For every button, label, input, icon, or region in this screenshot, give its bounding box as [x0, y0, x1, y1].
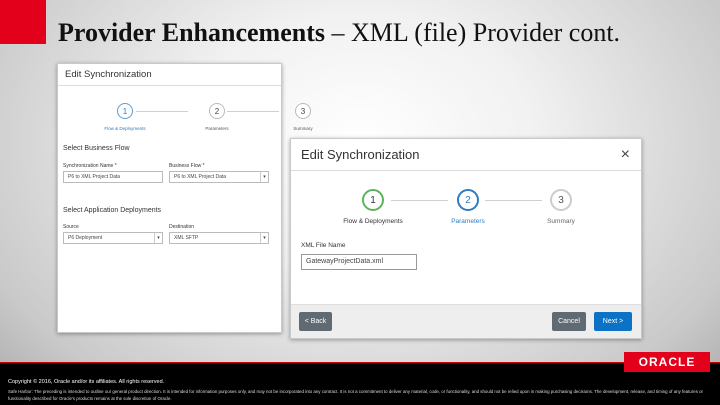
source-select[interactable]: P6 Deployment ▾	[63, 232, 163, 244]
step-3-circle: 3	[295, 103, 311, 119]
dialog-footer: < Back Cancel Next >	[291, 304, 641, 338]
business-flow-label: Business Flow *	[169, 163, 205, 169]
step-1-circle: 1	[362, 189, 384, 211]
step-1[interactable]: 1 Flow & Deployments	[323, 189, 423, 225]
step-2-circle: 2	[209, 103, 225, 119]
slide-title-bold: Provider Enhancements	[58, 18, 325, 47]
sync-name-label: Synchronization Name *	[63, 163, 117, 169]
step-3-label: Summary	[293, 126, 313, 131]
back-button[interactable]: < Back	[299, 312, 332, 331]
destination-label: Destination	[169, 224, 195, 230]
step-2[interactable]: 2 Parameters	[418, 189, 518, 225]
source-label: Source	[63, 224, 79, 230]
step-2[interactable]: 2 Parameters	[182, 103, 252, 131]
step-3[interactable]: 3 Summary	[511, 189, 611, 225]
xml-file-name-input[interactable]: GatewayProjectData.xml	[301, 254, 417, 270]
dialog-title: Edit Synchronization	[65, 69, 152, 80]
close-icon[interactable]: ×	[621, 146, 630, 164]
red-brand-square	[0, 0, 46, 44]
destination-select[interactable]: XML SFTP ▾	[169, 232, 269, 244]
slide-title-rest: – XML (file) Provider cont.	[324, 18, 621, 47]
section-select-deployments: Select Application Deployments	[63, 207, 162, 214]
footer-divider	[0, 362, 720, 363]
dialog-header: Edit Synchronization	[291, 139, 641, 171]
step-3[interactable]: 3 Summary	[268, 103, 338, 131]
oracle-logo: ORACLE	[624, 352, 710, 372]
step-2-circle: 2	[457, 189, 479, 211]
step-1-label: Flow & Deployments	[104, 126, 146, 131]
business-flow-select[interactable]: P6 to XML Project Data ▾	[169, 171, 269, 183]
step-1-label: Flow & Deployments	[343, 218, 403, 225]
section-select-business-flow: Select Business Flow	[63, 145, 130, 152]
step-3-circle: 3	[550, 189, 572, 211]
dialog-title: Edit Synchronization	[301, 147, 420, 162]
business-flow-value: P6 to XML Project Data	[174, 174, 227, 180]
step-2-label: Parameters	[205, 126, 229, 131]
xml-file-name-label: XML File Name	[301, 242, 346, 249]
sync-name-input[interactable]: P6 to XML Project Data	[63, 171, 163, 183]
chevron-down-icon: ▾	[260, 172, 268, 182]
destination-value: XML SFTP	[174, 235, 199, 241]
step-3-label: Summary	[547, 218, 575, 225]
chevron-down-icon: ▾	[260, 233, 268, 243]
copyright-text: Copyright © 2016, Oracle and/or its affi…	[8, 379, 165, 385]
chevron-down-icon: ▾	[154, 233, 162, 243]
edit-sync-dialog-step2: Edit Synchronization × 1 Flow & Deployme…	[290, 138, 642, 339]
step-1-circle: 1	[117, 103, 133, 119]
slide-title: Provider Enhancements – XML (file) Provi…	[58, 18, 708, 48]
next-button[interactable]: Next >	[594, 312, 632, 331]
source-value: P6 Deployment	[68, 235, 103, 241]
step-2-label: Parameters	[451, 218, 485, 225]
step-1[interactable]: 1 Flow & Deployments	[90, 103, 160, 131]
safe-harbor-text: Safe Harbor: The preceding is intended t…	[8, 389, 704, 401]
cancel-button[interactable]: Cancel	[552, 312, 586, 331]
dialog-header: Edit Synchronization	[58, 64, 281, 86]
